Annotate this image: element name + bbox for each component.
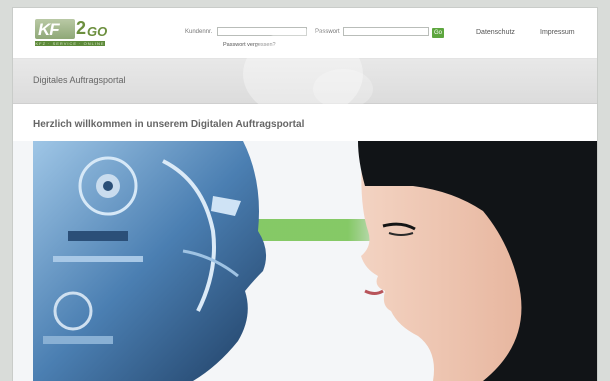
browser-page: KF 2 GO KFZ · SERVICE · ONLINE Kundennr.… — [13, 8, 597, 381]
logo-two-text: 2 — [76, 18, 87, 38]
woman-profile — [358, 141, 597, 381]
password-input[interactable] — [343, 27, 429, 36]
logo-box: KF — [35, 19, 75, 39]
robot-head — [33, 141, 267, 381]
welcome-heading: Herzlich willkommen in unserem Digitalen… — [33, 119, 305, 130]
band-decoration — [313, 69, 373, 109]
privacy-link[interactable]: Datenschutz — [476, 29, 515, 36]
imprint-link[interactable]: Impressum — [540, 29, 575, 36]
logo-go-text: GO — [87, 24, 108, 39]
page-title: Digitales Auftragsportal — [33, 75, 126, 85]
login-go-button[interactable]: Go — [432, 28, 444, 38]
hero-image — [13, 141, 597, 381]
customer-number-label: Kundennr. — [185, 29, 213, 35]
page-title-band: Digitales Auftragsportal — [13, 29, 597, 119]
logo-kf-text: KF — [38, 20, 60, 39]
logo[interactable]: KF 2 GO KFZ · SERVICE · ONLINE — [35, 18, 108, 47]
hero-illustration — [33, 141, 597, 381]
logo-tagline: KFZ · SERVICE · ONLINE — [35, 41, 105, 46]
